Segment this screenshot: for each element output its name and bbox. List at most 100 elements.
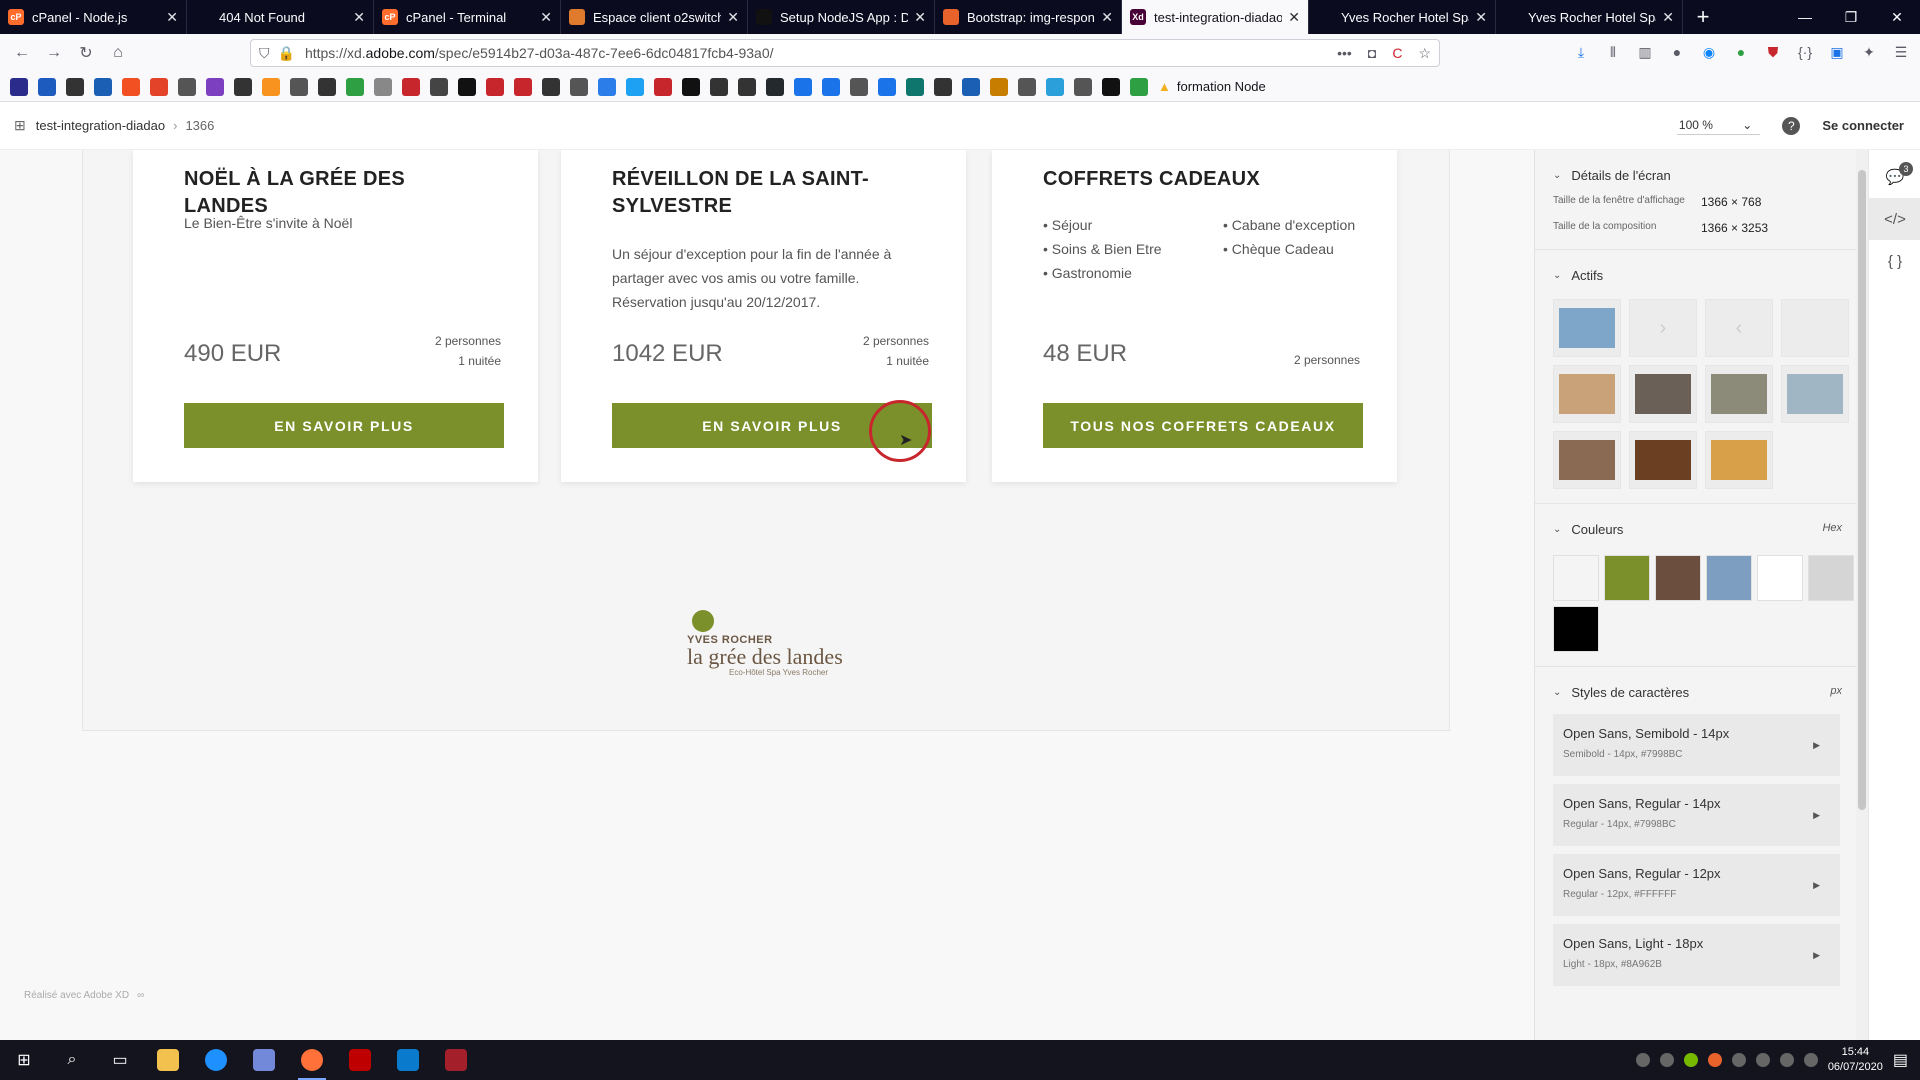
close-tab-icon[interactable]: ✕ bbox=[914, 9, 926, 26]
bookmark-favicon-icon[interactable] bbox=[570, 77, 588, 96]
url-bar[interactable]: ⛉ 🔒 https://xd.adobe.com/spec/e5914b27-d… bbox=[250, 39, 1440, 67]
tray-app-icon[interactable] bbox=[1659, 1053, 1674, 1067]
lock-icon[interactable]: 🔒 bbox=[278, 45, 295, 62]
character-style-item[interactable]: Open Sans, Light - 18px Light - 18px, #8A… bbox=[1553, 924, 1840, 986]
url-text[interactable]: https://xd.adobe.com/spec/e5914b27-d03a-… bbox=[305, 45, 1337, 61]
color-swatch[interactable] bbox=[1553, 555, 1599, 601]
bookmark-favicon-icon[interactable] bbox=[766, 77, 784, 96]
color-swatch[interactable] bbox=[1553, 606, 1599, 652]
refresh-extension-icon[interactable]: C bbox=[1392, 45, 1402, 62]
grid-view-icon[interactable]: ⊞ bbox=[14, 117, 26, 134]
tray-fire-icon[interactable] bbox=[1707, 1053, 1722, 1067]
extension-blue-icon[interactable]: ▣ bbox=[1824, 38, 1850, 66]
section-toggle[interactable]: ⌄ Détails de l'écran bbox=[1553, 168, 1840, 183]
reload-icon[interactable]: ↻ bbox=[70, 38, 102, 68]
browser-tab[interactable]: Yves Rocher Hotel Spa ✕ bbox=[1496, 0, 1683, 34]
clock[interactable]: 15:44 06/07/2020 bbox=[1828, 1045, 1883, 1075]
browser-tab[interactable]: Bootstrap: img-responsi ✕ bbox=[935, 0, 1122, 34]
bookmark-favicon-icon[interactable] bbox=[598, 77, 616, 96]
filezilla-icon[interactable] bbox=[336, 1040, 384, 1080]
browser-tab[interactable]: Espace client o2switch - ✕ bbox=[561, 0, 748, 34]
asset-thumbnail[interactable] bbox=[1553, 431, 1621, 489]
bookmark-favicon-icon[interactable] bbox=[318, 77, 336, 96]
color-swatch[interactable] bbox=[1604, 555, 1650, 601]
browser-tab[interactable]: Yves Rocher Hotel Spa ✕ bbox=[1309, 0, 1496, 34]
asset-thumbnail[interactable]: ‹ bbox=[1705, 299, 1773, 357]
bookmark-favicon-icon[interactable] bbox=[122, 77, 140, 96]
comments-icon[interactable]: 💬 3 bbox=[1869, 156, 1920, 198]
tray-power-icon[interactable] bbox=[1731, 1053, 1746, 1067]
color-swatch[interactable] bbox=[1706, 555, 1752, 601]
bookmark-favicon-icon[interactable] bbox=[38, 77, 56, 96]
asset-thumbnail[interactable] bbox=[1553, 365, 1621, 423]
bookmark-favicon-icon[interactable] bbox=[738, 77, 756, 96]
scrollbar-thumb[interactable] bbox=[1858, 170, 1866, 810]
help-icon[interactable]: ? bbox=[1782, 116, 1801, 135]
bookmark-favicon-icon[interactable] bbox=[94, 77, 112, 96]
extensions-icon[interactable]: ✦ bbox=[1856, 38, 1882, 66]
character-style-item[interactable]: Open Sans, Regular - 12px Regular - 12px,… bbox=[1553, 854, 1840, 916]
bookmark-favicon-icon[interactable] bbox=[1130, 77, 1148, 96]
browser-tab[interactable]: cP cPanel - Terminal ✕ bbox=[374, 0, 561, 34]
login-button[interactable]: Se connecter bbox=[1822, 118, 1904, 133]
bookmark-favicon-icon[interactable] bbox=[682, 77, 700, 96]
tray-network-icon[interactable] bbox=[1779, 1053, 1794, 1067]
section-toggle[interactable]: ⌄ Actifs bbox=[1553, 268, 1840, 283]
close-tab-icon[interactable]: ✕ bbox=[1288, 9, 1300, 26]
tray-volume-icon[interactable] bbox=[1803, 1053, 1818, 1067]
color-swatch[interactable] bbox=[1808, 555, 1854, 601]
bookmark-favicon-icon[interactable] bbox=[10, 77, 28, 96]
library-icon[interactable]: ⫴ bbox=[1600, 38, 1626, 66]
back-icon[interactable]: ← bbox=[6, 38, 38, 68]
bookmark-star-icon[interactable]: ☆ bbox=[1418, 45, 1431, 62]
bookmark-favicon-icon[interactable] bbox=[66, 77, 84, 96]
task-view-icon[interactable]: ▭ bbox=[96, 1040, 144, 1080]
bookmark-favicon-icon[interactable] bbox=[262, 77, 280, 96]
section-toggle[interactable]: ⌄ Styles de caractères bbox=[1553, 685, 1840, 700]
notifications-icon[interactable]: ▤ bbox=[1893, 1050, 1908, 1070]
bookmark-favicon-icon[interactable] bbox=[654, 77, 672, 96]
close-tab-icon[interactable]: ✕ bbox=[727, 9, 739, 26]
bookmark-favicon-icon[interactable] bbox=[290, 77, 308, 96]
close-tab-icon[interactable]: ✕ bbox=[1662, 9, 1674, 26]
close-tab-icon[interactable]: ✕ bbox=[1475, 9, 1487, 26]
zoom-select[interactable]: 100 % ⌄ bbox=[1676, 116, 1761, 135]
minimize-icon[interactable]: — bbox=[1782, 0, 1828, 34]
bookmark-folder[interactable]: ▲ formation Node bbox=[1158, 79, 1266, 94]
account-icon[interactable]: ● bbox=[1664, 38, 1690, 66]
asset-thumbnail[interactable] bbox=[1705, 431, 1773, 489]
bookmark-favicon-icon[interactable] bbox=[150, 77, 168, 96]
forward-icon[interactable]: → bbox=[38, 38, 70, 68]
bookmark-favicon-icon[interactable] bbox=[990, 77, 1008, 96]
browser-tab[interactable]: Xd test-integration-diadao ✕ bbox=[1122, 0, 1309, 34]
restore-icon[interactable]: ❐ bbox=[1828, 0, 1874, 34]
asset-thumbnail[interactable] bbox=[1629, 365, 1697, 423]
asset-thumbnail[interactable] bbox=[1781, 365, 1849, 423]
bookmark-favicon-icon[interactable] bbox=[458, 77, 476, 96]
shield-icon[interactable]: ⛉ bbox=[259, 45, 270, 62]
pocket-icon[interactable]: ◘ bbox=[1368, 45, 1376, 62]
home-icon[interactable]: ⌂ bbox=[102, 38, 134, 68]
downloads-icon[interactable]: ⤓ bbox=[1568, 38, 1594, 66]
bookmark-favicon-icon[interactable] bbox=[486, 77, 504, 96]
browser-tab[interactable]: Setup NodeJS App : Dép ✕ bbox=[748, 0, 935, 34]
panel-scrollbar[interactable] bbox=[1856, 150, 1868, 1040]
page-actions-icon[interactable]: ••• bbox=[1337, 45, 1352, 62]
bookmark-favicon-icon[interactable] bbox=[402, 77, 420, 96]
bookmark-favicon-icon[interactable] bbox=[206, 77, 224, 96]
bookmark-favicon-icon[interactable] bbox=[514, 77, 532, 96]
search-icon[interactable]: ⌕ bbox=[48, 1040, 96, 1080]
expand-arrow-icon[interactable]: ▶ bbox=[1813, 950, 1820, 961]
start-icon[interactable]: ⊞ bbox=[0, 1040, 48, 1080]
close-tab-icon[interactable]: ✕ bbox=[1101, 9, 1113, 26]
bookmark-favicon-icon[interactable] bbox=[178, 77, 196, 96]
bookmark-favicon-icon[interactable] bbox=[374, 77, 392, 96]
sidebar-icon[interactable]: ▥ bbox=[1632, 38, 1658, 66]
bookmark-favicon-icon[interactable] bbox=[822, 77, 840, 96]
learn-more-button[interactable]: EN SAVOIR PLUS bbox=[184, 403, 504, 448]
bookmark-favicon-icon[interactable] bbox=[710, 77, 728, 96]
close-tab-icon[interactable]: ✕ bbox=[353, 9, 365, 26]
section-toggle[interactable]: ⌄ Couleurs bbox=[1553, 522, 1840, 537]
bookmark-favicon-icon[interactable] bbox=[794, 77, 812, 96]
bookmark-favicon-icon[interactable] bbox=[934, 77, 952, 96]
